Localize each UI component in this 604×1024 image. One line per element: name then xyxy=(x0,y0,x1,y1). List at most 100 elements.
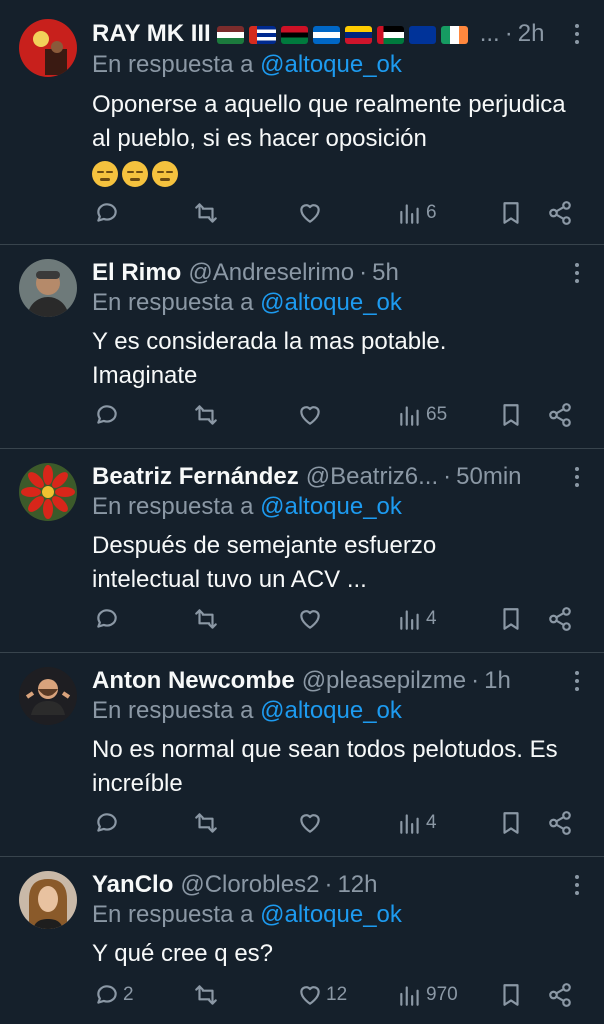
reply-button[interactable] xyxy=(94,195,123,231)
display-name[interactable]: El Rimo xyxy=(92,259,181,287)
bookmark-icon xyxy=(503,984,519,1006)
display-name[interactable]: YanClo xyxy=(92,871,173,899)
bookmark-icon xyxy=(503,202,519,224)
tweet[interactable]: Beatriz Fernández @Beatriz6... · 50min E… xyxy=(0,449,604,653)
repost-button[interactable] xyxy=(193,195,222,231)
reply-prefix: En respuesta a xyxy=(92,901,254,928)
reply-button[interactable] xyxy=(94,397,123,433)
display-name[interactable]: Anton Newcombe xyxy=(92,667,295,695)
avatar[interactable] xyxy=(19,667,77,725)
view-count: 6 xyxy=(426,202,437,223)
more-options-icon[interactable] xyxy=(574,671,580,691)
reply-prefix: En respuesta a xyxy=(92,289,254,316)
reply-count: 2 xyxy=(123,984,134,1005)
user-handle[interactable]: @Andreselrimo xyxy=(188,259,354,287)
reply-context: En respuesta a @altoque_ok xyxy=(92,289,402,317)
repost-icon xyxy=(195,985,217,1005)
more-options-icon[interactable] xyxy=(574,467,580,487)
reply-icon xyxy=(97,203,117,222)
bookmark-button[interactable] xyxy=(498,601,524,637)
tweet[interactable]: RAY MK III ... · 2h En respuesta a @alto… xyxy=(0,0,604,245)
reply-context: En respuesta a @altoque_ok xyxy=(92,697,402,725)
reply-button[interactable] xyxy=(94,601,123,637)
view-count: 4 xyxy=(426,812,437,833)
tweet[interactable]: El Rimo @Andreselrimo · 5h En respuesta … xyxy=(0,245,604,449)
bookmark-button[interactable] xyxy=(498,397,524,433)
tweet-actions: 4 xyxy=(92,805,582,841)
timestamp[interactable]: 12h xyxy=(337,871,377,899)
views-button[interactable]: 4 xyxy=(397,601,437,637)
reply-icon xyxy=(97,985,117,1004)
views-button[interactable]: 4 xyxy=(397,805,437,841)
display-name[interactable]: Beatriz Fernández xyxy=(92,463,299,491)
tweet[interactable]: YanClo @Clorobles2 · 12h En respuesta a … xyxy=(0,857,604,1024)
reply-button[interactable]: 2 xyxy=(94,977,134,1013)
like-button[interactable]: 12 xyxy=(297,977,347,1013)
share-button[interactable] xyxy=(547,977,573,1013)
reply-prefix: En respuesta a xyxy=(92,51,254,78)
repost-icon xyxy=(195,203,217,223)
user-handle[interactable]: @Beatriz6... xyxy=(306,463,438,491)
share-icon xyxy=(549,403,571,427)
tweet-actions: 65 xyxy=(92,397,582,433)
avatar[interactable] xyxy=(19,463,77,521)
avatar[interactable] xyxy=(19,871,77,929)
timestamp[interactable]: 5h xyxy=(372,259,399,287)
tweet[interactable]: Anton Newcombe @pleasepilzme · 1h En res… xyxy=(0,653,604,857)
more-options-icon[interactable] xyxy=(574,875,580,895)
reply-prefix: En respuesta a xyxy=(92,697,254,724)
reply-icon xyxy=(97,405,117,424)
user-handle[interactable]: @Clorobles2 xyxy=(180,871,319,899)
like-button[interactable] xyxy=(297,601,326,637)
timestamp[interactable]: 50min xyxy=(456,463,521,491)
tweet-text-body: Oponerse a aquello que realmente perjudi… xyxy=(92,91,566,152)
views-button[interactable]: 65 xyxy=(397,397,447,433)
tweet-actions: 2 12 970 xyxy=(92,977,582,1013)
avatar[interactable] xyxy=(19,19,77,77)
display-name[interactable]: RAY MK III xyxy=(92,20,211,48)
reply-mention-link[interactable]: @altoque_ok xyxy=(260,493,402,520)
views-button[interactable]: 970 xyxy=(397,977,458,1013)
share-icon xyxy=(549,811,571,835)
tweet-text: Y es considerada la mas potable. Imagina… xyxy=(92,328,447,389)
view-count: 970 xyxy=(426,984,458,1005)
like-button[interactable] xyxy=(297,805,326,841)
reply-mention-link[interactable]: @altoque_ok xyxy=(260,289,402,316)
reply-mention-link[interactable]: @altoque_ok xyxy=(260,51,402,78)
reply-mention-link[interactable]: @altoque_ok xyxy=(260,901,402,928)
more-options-icon[interactable] xyxy=(574,263,580,283)
repost-button[interactable] xyxy=(193,601,222,637)
timestamp[interactable]: 2h xyxy=(518,20,544,48)
repost-button[interactable] xyxy=(193,397,222,433)
more-options-icon[interactable] xyxy=(574,24,580,44)
heart-icon xyxy=(300,814,320,833)
separator-dot: · xyxy=(359,259,368,286)
bookmark-button[interactable] xyxy=(498,977,524,1013)
avatar[interactable] xyxy=(19,259,77,317)
bookmark-button[interactable] xyxy=(498,805,524,841)
views-button[interactable]: 6 xyxy=(397,195,437,231)
reply-context: En respuesta a @altoque_ok xyxy=(92,493,402,521)
heart-icon xyxy=(300,406,320,425)
share-button[interactable] xyxy=(547,601,573,637)
flag-emojis xyxy=(216,20,473,48)
user-handle[interactable]: @pleasepilzme xyxy=(302,667,466,695)
repost-button[interactable] xyxy=(193,977,222,1013)
share-button[interactable] xyxy=(547,805,573,841)
repost-icon xyxy=(195,813,217,833)
tweet-text: No es normal que sean todos pelotudos. E… xyxy=(92,736,558,797)
share-icon xyxy=(549,983,571,1007)
repost-button[interactable] xyxy=(193,805,222,841)
flags-overflow: ... xyxy=(479,20,500,47)
separator-dot: · xyxy=(471,667,480,694)
like-button[interactable] xyxy=(297,195,326,231)
share-button[interactable] xyxy=(547,397,573,433)
reply-button[interactable] xyxy=(94,805,123,841)
bookmark-button[interactable] xyxy=(498,195,524,231)
timestamp[interactable]: 1h xyxy=(484,667,511,695)
share-button[interactable] xyxy=(547,195,573,231)
reply-mention-link[interactable]: @altoque_ok xyxy=(260,697,402,724)
like-button[interactable] xyxy=(297,397,326,433)
share-icon xyxy=(549,607,571,631)
heart-icon xyxy=(300,986,320,1005)
